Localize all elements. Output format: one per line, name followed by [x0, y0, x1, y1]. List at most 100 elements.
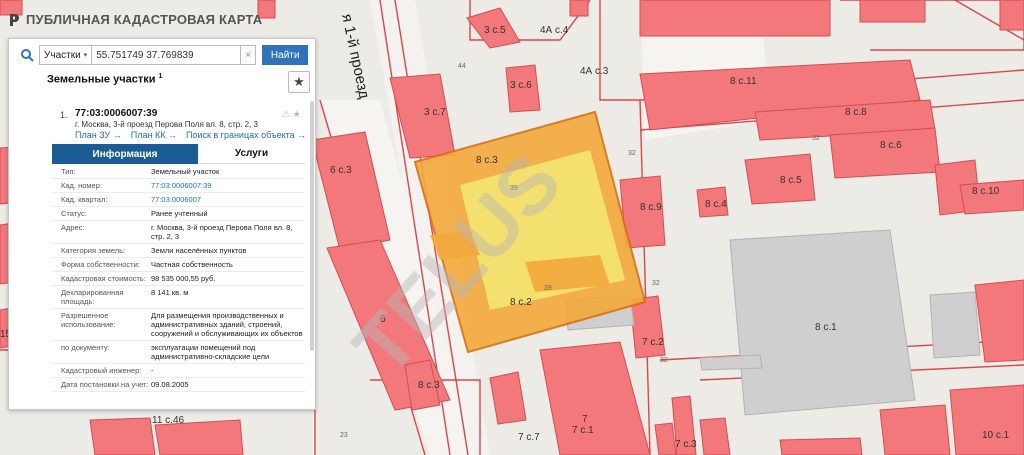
info-row: Категория земель: Земли населённых пункто… — [52, 244, 305, 258]
building-label: 7 с.2 — [642, 337, 664, 348]
building-label: 8 с.10 — [972, 186, 1000, 197]
building-label: 7 с.3 — [675, 439, 697, 450]
search-type-label: Участки — [44, 49, 81, 61]
search-button[interactable] — [15, 45, 39, 65]
number-label: 32 — [652, 280, 660, 287]
building-label: 8 с.11 — [730, 76, 757, 87]
result-address: г. Москва, 3-й проезд Перова Поля вл. 8,… — [75, 120, 258, 129]
info-value[interactable]: 77:03:0006007 — [151, 195, 305, 204]
info-value: 8 141 кв. м — [151, 288, 189, 297]
info-value[interactable]: 77:03:0006007:39 — [151, 181, 305, 190]
info-value: эксплуатации помещений под административ… — [151, 343, 270, 361]
info-key: Кадастровый инженер: — [61, 366, 142, 375]
info-row: Разрешенное использование: Для размещения… — [52, 309, 305, 341]
info-row: Форма собственности: Частная собственност… — [52, 258, 305, 272]
info-key: по документу: — [61, 343, 110, 352]
info-row: Кадастровый инженер: - — [52, 364, 305, 378]
info-row: Статус: Ранее учтенный — [52, 207, 305, 221]
building-label: 7 — [582, 414, 588, 425]
info-key: Тип: — [61, 167, 76, 176]
info-row: по документу: эксплуатации помещений под … — [52, 341, 305, 364]
info-value: г. Москва, 3-й проезд Перова Поля вл. 8,… — [151, 223, 293, 241]
info-row: Тип: Земельный участок — [52, 165, 305, 179]
info-value: Частная собственность — [151, 260, 233, 269]
info-table: Тип: Земельный участок Кад. номер: 77:03:00… — [52, 165, 305, 392]
building-label: 8 с.4 — [705, 199, 727, 210]
info-key: Кадастровая стоимость: — [61, 274, 146, 283]
info-value: Земли населённых пунктов — [151, 246, 247, 255]
panel-title: Земельные участки 1 — [47, 73, 162, 86]
tab-info[interactable]: Информация — [52, 144, 198, 164]
info-row: Кадастровая стоимость: 98 535 000,55 руб. — [52, 272, 305, 286]
warning-icon[interactable]: ⚠ ★ — [282, 109, 301, 120]
building-label: 8 с.9 — [640, 202, 662, 213]
info-row: Декларированная площадь: 8 141 кв. м — [52, 286, 305, 309]
brand-title: ПУБЛИЧНАЯ КАДАСТРОВАЯ КАРТА — [26, 12, 263, 27]
info-key: Кад. квартал: — [61, 195, 108, 204]
info-value: Земельный участок — [151, 167, 220, 176]
search-type-dropdown[interactable]: Участки ▾ — [39, 45, 92, 65]
info-value: - — [151, 366, 154, 375]
building-label: 3 с.7 — [424, 107, 446, 118]
building-label: 11 с.46 — [152, 415, 184, 426]
info-key: Кад. номер: — [61, 181, 102, 190]
info-key: Декларированная площадь: — [61, 288, 124, 306]
search-icon — [21, 49, 34, 62]
result-links: План ЗУ → План КК → Поиск в границах объ… — [75, 130, 306, 140]
panel-title-count: 1 — [158, 73, 163, 80]
info-value: Ранее учтенный — [151, 209, 208, 218]
info-key: Статус: — [61, 209, 87, 218]
building-label: 10 с.1 — [982, 430, 1010, 441]
building-label: 7 с.1 — [572, 425, 594, 436]
cadastral-number[interactable]: 77:03:0006007:39 — [75, 108, 157, 119]
link-search-bounds[interactable]: Поиск в границах объекта → — [186, 130, 306, 140]
info-row: Кад. квартал: 77:03:0006007 — [52, 193, 305, 207]
search-panel: Участки ▾ × Найти Земельные участки 1 ★ … — [8, 38, 316, 410]
result-list: 1. 77:03:0006007:39 ⚠ ★ г. Москва, 3-й п… — [45, 101, 309, 406]
number-label: 32 — [812, 135, 820, 142]
building-label: 8 с.1 — [815, 322, 837, 333]
info-key: Дата постановки на учет: — [61, 380, 149, 389]
info-value: 98 535 000,55 руб. — [151, 274, 216, 283]
building-label: 6 с.3 — [330, 165, 352, 176]
building-label: 8 с.2 — [510, 297, 532, 308]
brand: ПУБЛИЧНАЯ КАДАСТРОВАЯ КАРТА — [8, 12, 262, 27]
number-label: 44 — [458, 63, 466, 70]
star-icon: ★ — [293, 74, 305, 89]
number-label: 32 — [660, 357, 668, 364]
building-label: 8 с.8 — [845, 107, 867, 118]
search-input[interactable] — [91, 45, 242, 65]
info-key: Категория земель: — [61, 246, 126, 255]
building-label: 4А с.4 — [540, 25, 569, 36]
building-label: 3 с.6 — [510, 80, 532, 91]
info-value: 09.08.2005 — [151, 380, 189, 389]
tabs: Информация Услуги — [52, 144, 305, 164]
logo-icon — [10, 13, 19, 26]
search-bar: Участки ▾ × Найти — [15, 45, 312, 65]
panel-title-text: Земельные участки — [47, 73, 156, 86]
scrollbar[interactable] — [310, 101, 314, 351]
info-value: Для размещения производственных и админи… — [151, 311, 303, 338]
info-key: Адрес: — [61, 223, 85, 232]
number-label: 39 — [544, 285, 552, 292]
tab-services[interactable]: Услуги — [198, 144, 305, 164]
building-label: 8 с.6 — [880, 140, 902, 151]
clear-icon[interactable]: × — [241, 45, 257, 65]
info-row: Адрес: г. Москва, 3-й проезд Перова Поля … — [52, 221, 305, 244]
number-label: 23 — [340, 432, 348, 439]
info-row: Кад. номер: 77:03:0006007:39 — [52, 179, 305, 193]
info-row: Дата постановки на учет: 09.08.2005 — [52, 378, 305, 392]
link-plan-zu[interactable]: План ЗУ → — [75, 130, 122, 140]
number-label: 32 — [628, 150, 636, 157]
building-label: 8 с.5 — [780, 175, 802, 186]
building-label: 7 с.7 — [518, 432, 540, 443]
building-label: 4А с.3 — [580, 66, 609, 77]
info-key: Разрешенное использование: — [61, 311, 116, 329]
chevron-down-icon: ▾ — [83, 52, 88, 59]
find-button[interactable]: Найти — [262, 45, 309, 65]
result-number: 1. — [60, 110, 68, 120]
favorite-star-button[interactable]: ★ — [288, 71, 310, 93]
building-label: 8 с.3 — [418, 380, 440, 391]
info-key: Форма собственности: — [61, 260, 140, 269]
link-plan-kk[interactable]: План КК → — [131, 130, 177, 140]
